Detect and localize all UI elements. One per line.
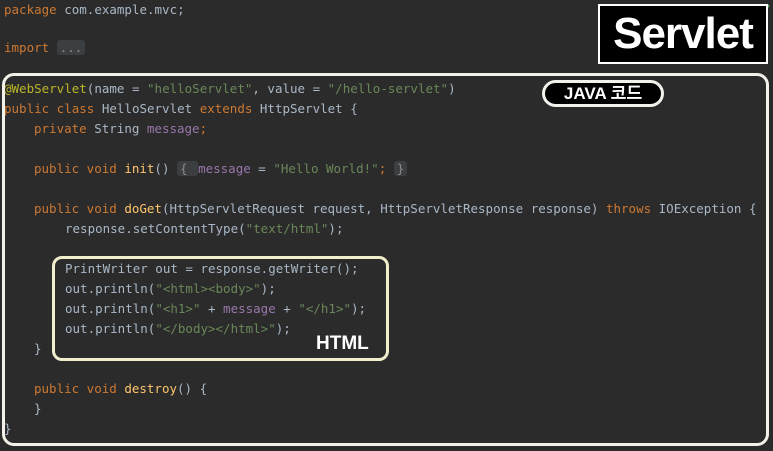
code-line-package: package com.example.mvc; [4, 2, 185, 17]
servlet-title-badge: Servlet [598, 4, 768, 64]
code-line-import: import ... [4, 38, 86, 58]
html-code-label: HTML [316, 333, 369, 354]
folded-imports[interactable]: ... [56, 40, 86, 55]
java-code-label: JAVA 코드 [542, 80, 664, 107]
